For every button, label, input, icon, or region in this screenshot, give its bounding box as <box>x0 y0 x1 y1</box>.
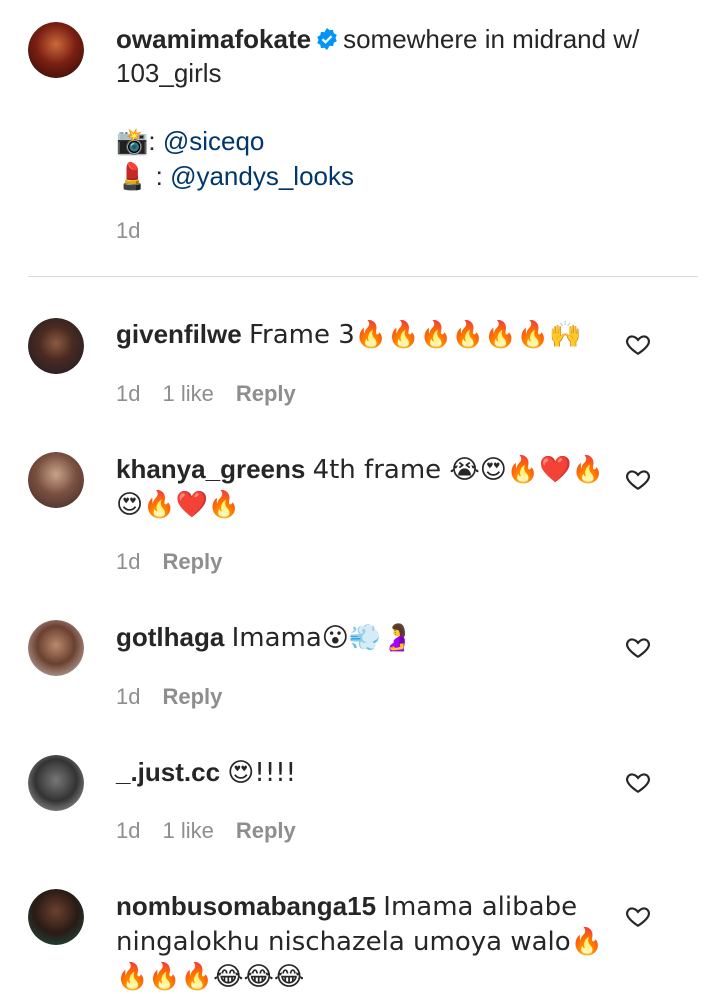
lipstick-icon: 💄 <box>116 162 149 192</box>
comment-avatar[interactable] <box>28 452 84 508</box>
comment-time: 1d <box>116 684 141 709</box>
comment: khanya_greens 4th frame 😭😍🔥❤️🔥😍🔥❤️🔥 <box>116 452 606 522</box>
like-heart-icon[interactable] <box>625 466 651 492</box>
comment-time: 1d <box>116 381 141 406</box>
comment-likes[interactable]: 1 like <box>162 381 213 407</box>
comment-avatar[interactable] <box>28 755 84 811</box>
reply-button[interactable]: Reply <box>162 549 222 575</box>
camera-flash-icon: 📸 <box>116 127 149 157</box>
caption-username[interactable]: owamimafokate <box>116 24 311 54</box>
comment-username[interactable]: givenfilwe <box>116 319 242 349</box>
comment-text: 😍!!!! <box>227 758 297 788</box>
reply-button[interactable]: Reply <box>236 381 296 407</box>
like-heart-icon[interactable] <box>625 634 651 660</box>
comment-username[interactable]: gotlhaga <box>116 622 224 652</box>
comment-meta: 1d Reply <box>116 549 222 575</box>
comment-time: 1d <box>116 818 141 843</box>
reply-button[interactable]: Reply <box>162 684 222 710</box>
comment: givenfilwe Frame 3🔥🔥🔥🔥🔥🔥🙌 <box>116 317 606 352</box>
comment-username[interactable]: nombusomabanga15 <box>116 891 376 921</box>
caption-time: 1d <box>116 218 141 243</box>
caption-meta: 1d <box>116 218 140 244</box>
credit-photographer: 📸: @siceqo <box>116 126 265 157</box>
caption-avatar[interactable] <box>28 22 84 78</box>
comment-avatar[interactable] <box>28 889 84 945</box>
comment: _.just.cc 😍!!!! <box>116 755 606 790</box>
caption: owamimafokate somewhere in midrand w/ 103… <box>116 22 676 194</box>
divider <box>28 276 698 277</box>
comment-time: 1d <box>116 549 141 574</box>
comment-text: Frame 3🔥🔥🔥🔥🔥🔥🙌 <box>248 320 582 350</box>
comment-username[interactable]: _.just.cc <box>116 757 220 787</box>
verified-badge-icon <box>317 28 337 50</box>
comment-meta: 1d 1 like Reply <box>116 381 296 407</box>
comment-text: Imama😮💨🤰 <box>231 623 414 653</box>
mention-link[interactable]: @yandys_looks <box>170 161 354 191</box>
comment-avatar[interactable] <box>28 318 84 374</box>
like-heart-icon[interactable] <box>625 331 651 357</box>
reply-button[interactable]: Reply <box>236 818 296 844</box>
comment: nombusomabanga15 Imama alibabe ningalokh… <box>116 889 606 994</box>
like-heart-icon[interactable] <box>625 903 651 929</box>
credit-makeup: 💄 : @yandys_looks <box>116 161 355 192</box>
mention-link[interactable]: @siceqo <box>163 126 265 156</box>
comment-likes[interactable]: 1 like <box>162 818 213 844</box>
comment-username[interactable]: khanya_greens <box>116 454 305 484</box>
comment-avatar[interactable] <box>28 620 84 676</box>
comment-meta: 1d Reply <box>116 684 222 710</box>
comment-meta: 1d 1 like Reply <box>116 818 296 844</box>
like-heart-icon[interactable] <box>625 769 651 795</box>
comment: gotlhaga Imama😮💨🤰 <box>116 620 606 655</box>
